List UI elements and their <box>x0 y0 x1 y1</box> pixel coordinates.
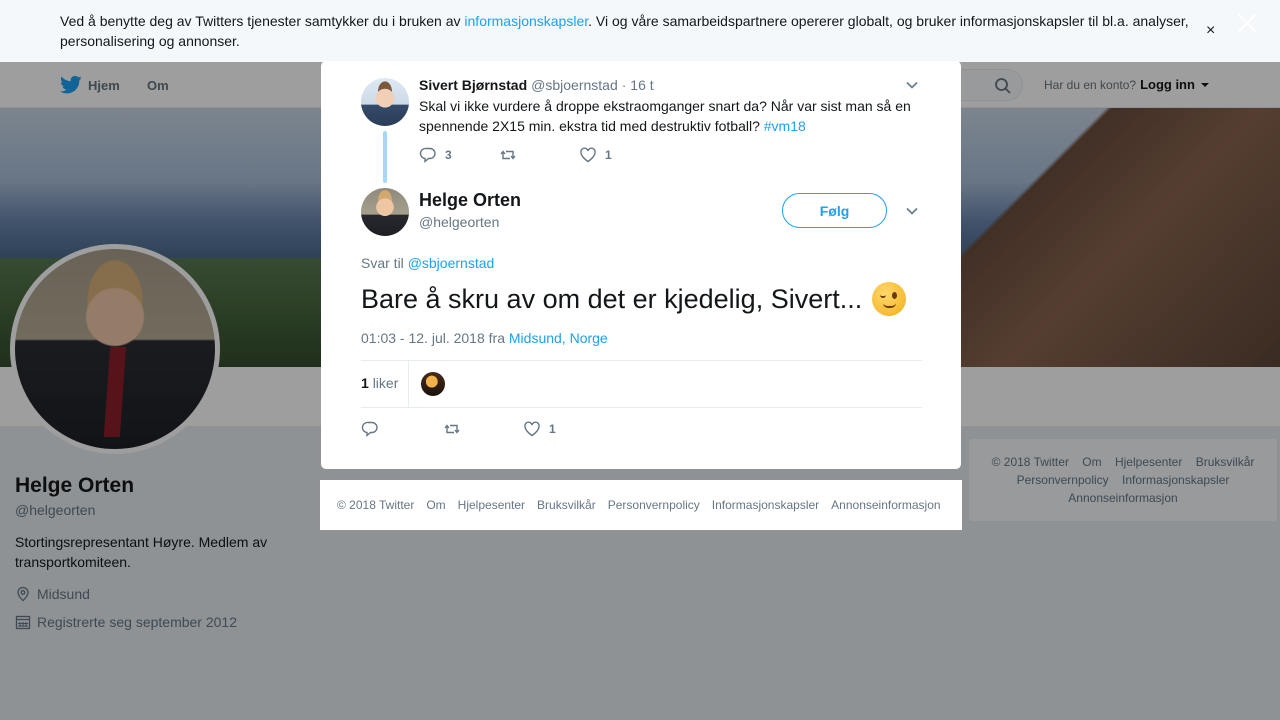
follow-button[interactable]: Følg <box>782 193 887 228</box>
tweet-modal: Sivert Bjørnstad @sbjoernstad · 16 t Ska… <box>321 61 961 469</box>
parent-tweet-body: Skal vi ikke vurdere å droppe ekstraomga… <box>419 98 911 134</box>
like-count: 1 <box>549 422 556 436</box>
retweet-button[interactable] <box>443 420 523 438</box>
tweet-place-link[interactable]: Midsund, Norge <box>509 330 608 346</box>
reply-to-link[interactable]: @sbjoernstad <box>408 255 495 271</box>
main-tweet-text: Bare å skru av om det er kjedelig, Siver… <box>361 281 907 317</box>
stats-divider <box>408 361 409 407</box>
reply-button[interactable] <box>361 420 443 438</box>
heart-icon <box>580 147 596 163</box>
main-tweet-name[interactable]: Helge Orten <box>419 190 521 211</box>
footer-link-privacy[interactable]: Personvernpolicy <box>608 498 700 512</box>
main-tweet-actions: 1 <box>361 420 556 438</box>
chevron-down-icon[interactable] <box>906 207 918 215</box>
winking-face-icon <box>872 282 907 316</box>
like-button[interactable]: 1 <box>523 420 556 438</box>
reply-icon <box>361 421 378 438</box>
chevron-down-icon[interactable] <box>906 81 918 89</box>
cookie-banner: Ved å benytte deg av Twitters tjenester … <box>0 0 1280 62</box>
heart-icon <box>524 421 540 437</box>
reply-count: 3 <box>445 148 452 162</box>
main-tweet-handle[interactable]: @helgeorten <box>419 214 499 230</box>
liker-avatar[interactable] <box>421 372 445 396</box>
thread-connector-line <box>383 131 387 183</box>
like-count: 1 <box>605 148 612 162</box>
parent-tweet-time[interactable]: · 16 t <box>622 77 654 93</box>
reply-icon <box>419 147 436 164</box>
likes-stat-count: 1 <box>361 375 369 391</box>
footer-link-ads[interactable]: Annonseinformasjon <box>831 498 940 512</box>
tweet-timestamp[interactable]: 01:03 - 12. jul. 2018 fra <box>361 330 505 346</box>
modal-footer: © 2018 Twitter Om Hjelpesenter Bruksvilk… <box>320 480 962 530</box>
reply-button[interactable]: 3 <box>419 146 499 164</box>
footer-link-about[interactable]: Om <box>426 498 445 512</box>
footer-link-cookies[interactable]: Informasjonskapsler <box>712 498 819 512</box>
reply-prefix: Svar til <box>361 255 404 271</box>
parent-tweet-header: Sivert Bjørnstad @sbjoernstad · 16 t <box>419 77 654 93</box>
cookie-text-start: Ved å benytte deg av Twitters tjenester … <box>60 13 465 29</box>
retweet-button[interactable] <box>499 146 579 164</box>
parent-tweet-actions: 3 1 <box>419 146 612 164</box>
tweet-stats: 1 liker <box>361 360 922 408</box>
hashtag-link[interactable]: #vm18 <box>764 118 806 134</box>
cookie-text: Ved å benytte deg av Twitters tjenester … <box>60 11 1200 51</box>
close-modal-icon[interactable] <box>1234 10 1260 36</box>
cookie-link[interactable]: informasjonskapsler <box>464 13 588 29</box>
likes-stat[interactable]: 1 liker <box>361 375 398 391</box>
reply-context: Svar til @sbjoernstad <box>361 255 494 271</box>
parent-tweet-avatar[interactable] <box>361 78 409 126</box>
retweet-icon <box>444 424 460 434</box>
footer-copyright: © 2018 Twitter <box>337 498 415 512</box>
cookie-close-icon[interactable]: × <box>1206 23 1215 39</box>
parent-tweet-name[interactable]: Sivert Bjørnstad <box>419 77 527 93</box>
main-tweet-body: Bare å skru av om det er kjedelig, Siver… <box>361 284 863 314</box>
parent-tweet-handle[interactable]: @sbjoernstad <box>531 77 618 93</box>
likes-stat-label: liker <box>372 375 399 391</box>
main-tweet-avatar[interactable] <box>361 188 409 236</box>
like-button[interactable]: 1 <box>579 146 612 164</box>
footer-link-help[interactable]: Hjelpesenter <box>458 498 525 512</box>
tweet-metadata: 01:03 - 12. jul. 2018 fra Midsund, Norge <box>361 330 608 346</box>
footer-link-terms[interactable]: Bruksvilkår <box>537 498 596 512</box>
retweet-icon <box>500 150 516 160</box>
parent-tweet-text: Skal vi ikke vurdere å droppe ekstraomga… <box>419 96 929 136</box>
